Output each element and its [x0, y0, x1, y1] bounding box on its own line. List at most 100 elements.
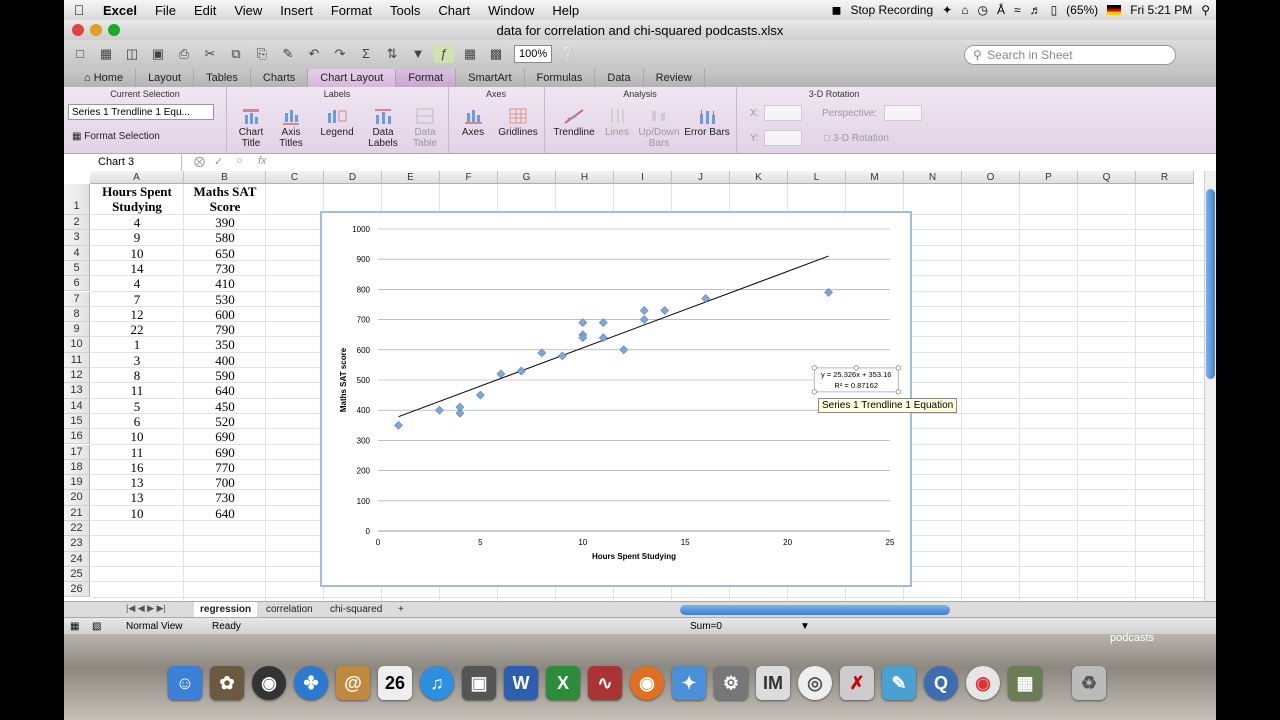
- row-header[interactable]: 5: [64, 260, 90, 277]
- error-bars-button[interactable]: Error Bars: [684, 107, 730, 138]
- trash-icon[interactable]: ♻: [1072, 666, 1106, 700]
- row-header[interactable]: 2: [64, 215, 90, 231]
- preview-icon[interactable]: ✿: [210, 666, 244, 700]
- insert-function-button[interactable]: fx: [258, 155, 267, 167]
- row-header[interactable]: 4: [64, 245, 90, 261]
- rotation-x-input[interactable]: [764, 105, 802, 121]
- row-header[interactable]: 9: [64, 322, 90, 338]
- column-header[interactable]: E: [382, 171, 440, 184]
- cell-hours[interactable]: 11: [90, 445, 184, 460]
- chart-title-button[interactable]: Chart Title: [234, 107, 268, 149]
- column-header[interactable]: O: [962, 171, 1020, 184]
- cell-hours[interactable]: 8: [90, 368, 184, 383]
- tab-smartart[interactable]: SmartArt: [456, 69, 525, 87]
- tab-review[interactable]: Review: [644, 69, 705, 87]
- format-selection-button[interactable]: ▦ Format Selection: [72, 131, 160, 142]
- header-hours-line1[interactable]: Hours Spent: [90, 184, 184, 199]
- cancel-icon[interactable]: ⨂: [194, 155, 205, 168]
- copy-icon[interactable]: ⧉: [226, 45, 246, 63]
- cell-hours[interactable]: 6: [90, 414, 184, 429]
- cell-hours[interactable]: 13: [90, 490, 184, 505]
- cell-score[interactable]: 450: [184, 399, 266, 414]
- row-header[interactable]: 21: [64, 505, 90, 521]
- cell-hours[interactable]: 22: [90, 322, 184, 337]
- help-icon[interactable]: ❔: [558, 45, 578, 63]
- column-header[interactable]: J: [672, 171, 730, 184]
- volume-icon[interactable]: ♬: [1030, 3, 1042, 17]
- cell-score[interactable]: 700: [184, 475, 266, 490]
- autosum-icon[interactable]: Σ: [356, 45, 376, 63]
- current-selection-dropdown[interactable]: Series 1 Trendline 1 Equ...: [68, 104, 214, 120]
- chrome-icon[interactable]: ◉: [966, 666, 1000, 700]
- cell-score[interactable]: 640: [184, 506, 266, 521]
- menu-file[interactable]: File: [146, 3, 185, 18]
- perspective-input[interactable]: [884, 105, 922, 121]
- column-header[interactable]: N: [904, 171, 962, 184]
- excel-icon[interactable]: X: [546, 666, 580, 700]
- textedit-icon[interactable]: ✎: [882, 666, 916, 700]
- column-header[interactable]: I: [614, 171, 672, 184]
- cell-score[interactable]: 690: [184, 445, 266, 460]
- cell-hours[interactable]: 9: [90, 230, 184, 245]
- cell-hours[interactable]: 1: [90, 337, 184, 352]
- undo-icon[interactable]: ↶: [304, 45, 324, 63]
- redo-icon[interactable]: ↷: [330, 45, 350, 63]
- cell-hours[interactable]: 3: [90, 353, 184, 368]
- sheet-nav-arrows-icon[interactable]: |◀ ◀ ▶ ▶|: [126, 603, 166, 614]
- finder-icon[interactable]: ☺: [168, 666, 202, 700]
- cell-hours[interactable]: 14: [90, 261, 184, 276]
- desktop-podcasts-label[interactable]: podcasts: [1110, 632, 1154, 644]
- templates-icon[interactable]: ▦: [96, 45, 116, 63]
- menu-help[interactable]: Help: [543, 3, 588, 18]
- home-icon[interactable]: ⌂: [961, 3, 968, 17]
- sum-readout[interactable]: Sum=0: [690, 618, 810, 635]
- calendar-icon[interactable]: 26: [378, 666, 412, 700]
- cell-score[interactable]: 690: [184, 429, 266, 444]
- safari-icon[interactable]: ✤: [294, 666, 328, 700]
- cell-score[interactable]: 520: [184, 414, 266, 429]
- row-header[interactable]: 17: [64, 444, 90, 460]
- cell-score[interactable]: 730: [184, 261, 266, 276]
- menu-app-name[interactable]: Excel: [94, 3, 146, 18]
- cell-score[interactable]: 580: [184, 230, 266, 245]
- firefox-icon[interactable]: ◉: [630, 666, 664, 700]
- normal-view-icon[interactable]: ▦: [70, 618, 79, 635]
- cell-hours[interactable]: 11: [90, 383, 184, 398]
- apple-menu-icon[interactable]: : [64, 2, 94, 18]
- column-header[interactable]: A: [90, 171, 184, 184]
- flag-icon[interactable]: [1107, 5, 1122, 15]
- vertical-scrollbar[interactable]: [1204, 171, 1216, 601]
- name-box[interactable]: Chart 3: [64, 154, 182, 171]
- save-icon[interactable]: ▣: [148, 45, 168, 63]
- cell-hours[interactable]: 16: [90, 460, 184, 475]
- cut-icon[interactable]: ✂: [200, 45, 220, 63]
- print-icon[interactable]: ⎙: [174, 45, 194, 63]
- data-labels-button[interactable]: Data Labels: [366, 107, 400, 149]
- rotation-y-input[interactable]: [764, 130, 802, 146]
- cell-score[interactable]: 590: [184, 368, 266, 383]
- column-header[interactable]: L: [788, 171, 846, 184]
- wifi-icon[interactable]: ≈: [1014, 3, 1021, 17]
- up-down-bars-button[interactable]: Up/Down Bars: [638, 107, 680, 149]
- page-layout-icon[interactable]: ▧: [92, 618, 101, 635]
- paste-icon[interactable]: ⎘: [252, 45, 272, 63]
- tab-charts[interactable]: Charts: [251, 69, 309, 87]
- gallery-icon[interactable]: ▦: [460, 45, 480, 63]
- tab-layout[interactable]: Layout: [136, 69, 195, 87]
- quicktime-icon[interactable]: Q: [924, 666, 958, 700]
- dashboard-icon[interactable]: ◉: [252, 666, 286, 700]
- row-header[interactable]: 14: [64, 398, 90, 414]
- menu-chart[interactable]: Chart: [429, 3, 479, 18]
- cell-hours[interactable]: 5: [90, 399, 184, 414]
- new-icon[interactable]: □: [70, 45, 90, 63]
- dropbox-icon[interactable]: ✦: [942, 3, 952, 17]
- cell-hours[interactable]: 13: [90, 475, 184, 490]
- tab-format[interactable]: Format: [396, 69, 457, 87]
- cell-hours[interactable]: 4: [90, 276, 184, 291]
- cell-score[interactable]: 730: [184, 490, 266, 505]
- column-header[interactable]: C: [266, 171, 324, 184]
- cell-hours[interactable]: 4: [90, 215, 184, 230]
- stop-recording-button[interactable]: Stop Recording: [850, 3, 933, 17]
- sort-icon[interactable]: ⇅: [382, 45, 402, 63]
- row-header[interactable]: 7: [64, 291, 90, 307]
